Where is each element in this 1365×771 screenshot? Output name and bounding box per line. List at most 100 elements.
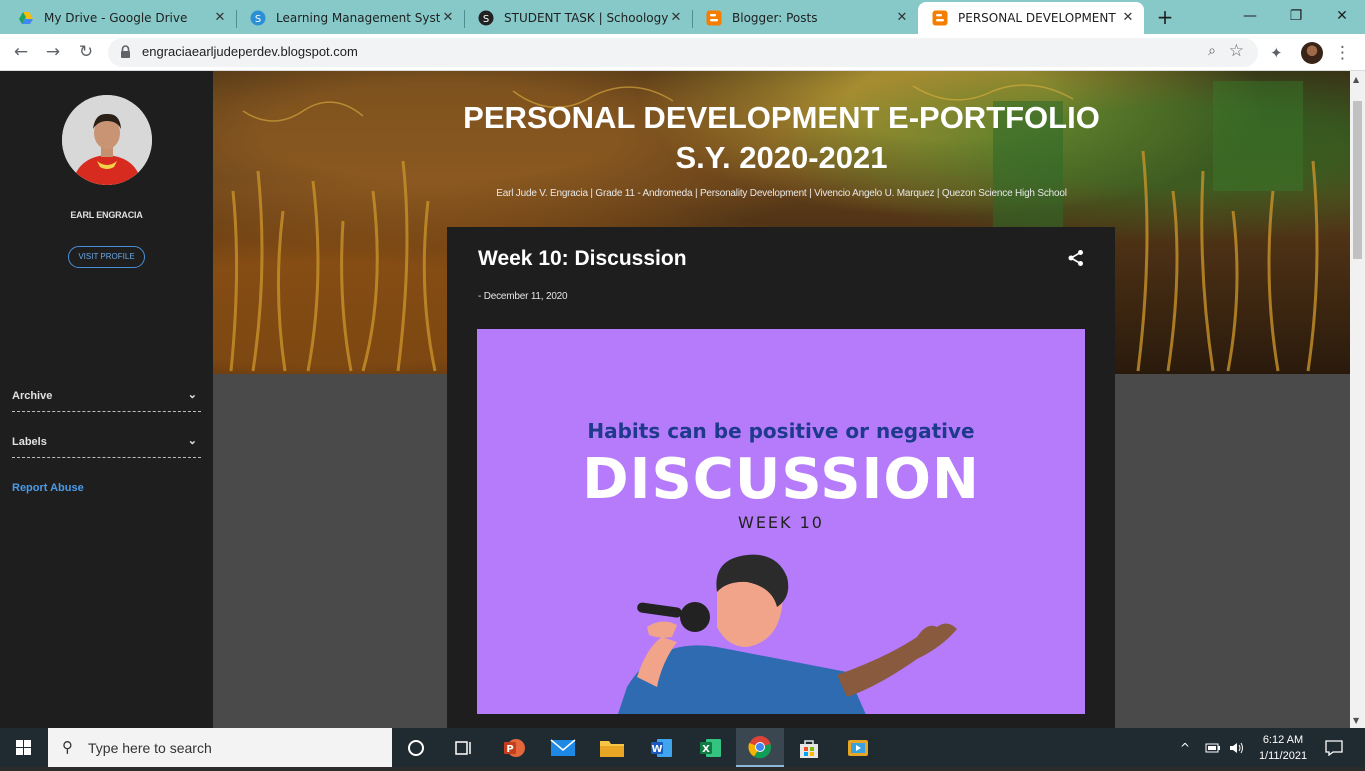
taskbar-powerpoint[interactable]: P (490, 728, 538, 767)
schoology-icon: S (478, 10, 494, 26)
cortana-button[interactable] (392, 728, 440, 767)
tab-google-drive[interactable]: My Drive - Google Drive ✕ (4, 2, 237, 34)
svg-text:S: S (255, 14, 261, 25)
notification-button[interactable] (1325, 728, 1343, 767)
chevron-down-icon: ⌄ (187, 389, 197, 401)
sidebar-item-archive[interactable]: Archive ⌄ (12, 382, 201, 412)
svg-text:W: W (651, 744, 662, 755)
image-caption-week: WEEK 10 (738, 513, 824, 532)
search-icon: ⚲ (62, 738, 73, 756)
search-placeholder: Type here to search (88, 740, 212, 756)
chrome-icon (748, 735, 772, 758)
svg-text:S: S (483, 14, 489, 25)
tab-label: My Drive - Google Drive (44, 11, 188, 25)
url-text[interactable]: engraciaearljudeperdev.blogspot.com (142, 44, 358, 59)
close-icon[interactable]: ✕ (1120, 10, 1136, 26)
singer-illustration (618, 554, 957, 714)
address-bar[interactable]: engraciaearljudeperdev.blogspot.com ⌕ ☆ (108, 38, 1258, 67)
close-icon[interactable]: ✕ (894, 10, 910, 26)
taskbar-mail[interactable] (539, 728, 587, 767)
blogger-icon (932, 10, 948, 26)
tab-personal-development[interactable]: PERSONAL DEVELOPMENT E-PORTFOLIO ✕ (918, 2, 1144, 34)
taskbar-video[interactable] (834, 728, 882, 767)
profile-name: EARL ENGRACIA (70, 210, 143, 220)
chevron-down-icon: ⌄ (187, 435, 197, 447)
lms-icon: S (250, 10, 266, 26)
page-scrollbar[interactable]: ▲ ▼ (1350, 71, 1365, 728)
menu-icon[interactable]: ⋮ (1334, 42, 1351, 64)
battery-icon[interactable] (1205, 728, 1221, 767)
zoom-icon[interactable]: ⌕ (1208, 43, 1216, 59)
scroll-up-icon[interactable]: ▲ (1353, 75, 1359, 84)
taskbar-search-input[interactable]: ⚲ Type here to search (48, 728, 392, 767)
sidebar-item-label: Archive (12, 390, 53, 402)
back-button[interactable]: ← (9, 40, 33, 64)
task-view-button[interactable] (440, 728, 488, 767)
tab-lms[interactable]: S Learning Management System ✕ (236, 2, 465, 34)
blog-title-line1: PERSONAL DEVELOPMENT E-PORTFOLIO (463, 100, 1100, 135)
blog-title[interactable]: PERSONAL DEVELOPMENT E-PORTFOLIO S.Y. 20… (213, 98, 1350, 178)
clock-time: 6:12 AM (1262, 734, 1304, 746)
sidebar-item-labels[interactable]: Labels ⌄ (12, 428, 201, 458)
blog-page: PERSONAL DEVELOPMENT E-PORTFOLIO S.Y. 20… (0, 71, 1350, 728)
tab-blogger-posts[interactable]: Blogger: Posts ✕ (692, 2, 919, 34)
image-caption-discussion: DISCUSSION (582, 447, 980, 512)
image-caption-habits: Habits can be positive or negative (587, 419, 975, 443)
profile-avatar-image[interactable] (62, 95, 152, 185)
taskbar-store[interactable] (785, 728, 833, 767)
taskbar-chrome[interactable] (736, 728, 784, 767)
tab-strip: My Drive - Google Drive ✕ S Learning Man… (0, 0, 1365, 34)
restore-button[interactable]: ❐ (1273, 4, 1319, 28)
visit-profile-button[interactable]: VISIT PROFILE (68, 246, 145, 268)
bookmark-star-icon[interactable]: ☆ (1229, 41, 1244, 61)
svg-text:P: P (506, 744, 513, 755)
taskbar-word[interactable]: W (637, 728, 685, 767)
post-card: Week 10: Discussion - December 11, 2020 … (447, 227, 1115, 728)
profile-avatar[interactable] (1301, 42, 1323, 64)
tab-schoology[interactable]: S STUDENT TASK | Schoology ✕ (464, 2, 693, 34)
sidebar-item-label: Labels (12, 436, 47, 448)
post-date[interactable]: - December 11, 2020 (478, 291, 568, 302)
task-view-icon (455, 740, 471, 755)
post-title[interactable]: Week 10: Discussion (478, 247, 687, 271)
store-icon (800, 739, 818, 758)
extensions-icon[interactable]: ✦ (1270, 44, 1283, 62)
chevron-up-icon: ^ (1180, 740, 1191, 755)
powerpoint-icon: P (504, 738, 525, 757)
sidebar: EARL ENGRACIA VISIT PROFILE Archive ⌄ La… (0, 71, 213, 728)
close-window-button[interactable]: ✕ (1319, 4, 1365, 28)
close-icon[interactable]: ✕ (440, 10, 456, 26)
forward-button[interactable]: → (41, 40, 65, 64)
browser-toolbar: ← → ↻ engraciaearljudeperdev.blogspot.co… (0, 34, 1365, 71)
blogger-icon (706, 10, 722, 26)
svg-text:X: X (702, 744, 710, 755)
folder-icon (600, 740, 624, 757)
google-drive-icon (19, 12, 33, 24)
tab-label: Learning Management System (276, 11, 440, 25)
word-icon: W (651, 738, 672, 757)
close-icon[interactable]: ✕ (668, 10, 684, 26)
post-image[interactable]: Habits can be positive or negative DISCU… (477, 329, 1085, 714)
blog-title-line2: S.Y. 2020-2021 (675, 140, 888, 175)
tab-label: STUDENT TASK | Schoology (504, 11, 668, 25)
show-hidden-icons[interactable]: ^ (1180, 728, 1190, 767)
volume-icon[interactable] (1228, 728, 1244, 767)
reload-button[interactable]: ↻ (74, 40, 98, 64)
system-clock[interactable]: 6:12 AM 1/11/2021 (1250, 732, 1316, 764)
close-icon[interactable]: ✕ (212, 10, 228, 26)
scrollbar-thumb[interactable] (1353, 101, 1362, 259)
taskbar-file-explorer[interactable] (588, 728, 636, 767)
tab-label: Blogger: Posts (732, 11, 818, 25)
scroll-down-icon[interactable]: ▼ (1353, 716, 1359, 725)
new-tab-button[interactable]: + (1153, 6, 1177, 30)
start-button[interactable] (0, 728, 48, 767)
minimize-button[interactable]: — (1227, 4, 1273, 28)
share-icon[interactable] (1067, 249, 1085, 267)
report-abuse-link[interactable]: Report Abuse (12, 482, 84, 494)
mail-icon (550, 738, 576, 756)
excel-icon: X (700, 738, 721, 757)
blog-description: Earl Jude V. Engracia | Grade 11 - Andro… (496, 188, 1067, 199)
video-editor-icon (848, 739, 868, 756)
lock-icon[interactable] (120, 45, 131, 59)
taskbar-excel[interactable]: X (686, 728, 734, 767)
